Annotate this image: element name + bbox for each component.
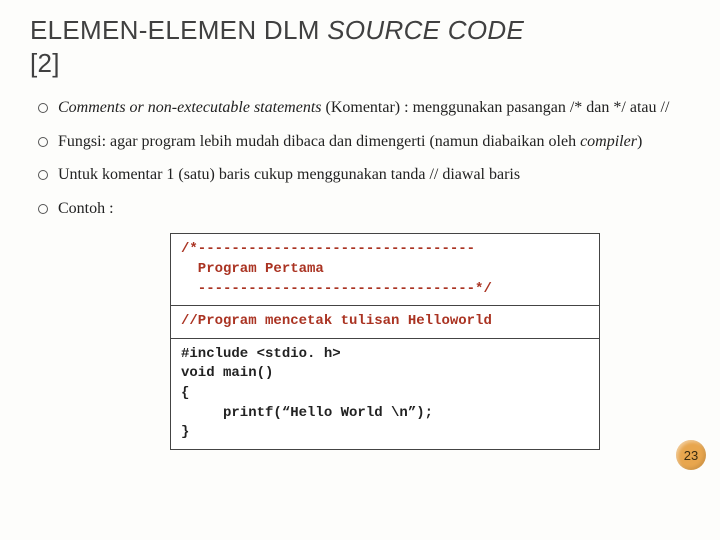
list-item: Untuk komentar 1 (satu) baris cukup meng… (36, 164, 690, 186)
title-suffix: [2] (30, 48, 60, 78)
code-block-comment-multi: /*--------------------------------- Prog… (171, 234, 599, 306)
code-block-comment-single: //Program mencetak tulisan Helloworld (171, 306, 599, 339)
bullet-text: Comments or non-extecutable statements (… (58, 99, 669, 116)
page-number: 23 (684, 448, 698, 463)
code-box: /*--------------------------------- Prog… (170, 233, 600, 449)
code-block-program: #include <stdio. h> void main() { printf… (171, 339, 599, 449)
list-item: Fungsi: agar program lebih mudah dibaca … (36, 131, 690, 153)
bullet-text: Contoh : (58, 200, 114, 217)
page-number-badge: 23 (676, 440, 706, 470)
list-item: Comments or non-extecutable statements (… (36, 97, 690, 119)
bullet-list: Comments or non-extecutable statements (… (30, 97, 690, 219)
slide: ELEMEN-ELEMEN DLM SOURCE CODE [2] Commen… (0, 0, 720, 540)
bullet-text: Fungsi: agar program lebih mudah dibaca … (58, 133, 642, 150)
title-prefix: ELEMEN-ELEMEN DLM (30, 15, 327, 45)
bullet-text: Untuk komentar 1 (satu) baris cukup meng… (58, 166, 520, 183)
list-item: Contoh : (36, 198, 690, 220)
slide-title: ELEMEN-ELEMEN DLM SOURCE CODE [2] (30, 14, 690, 79)
title-italic: SOURCE CODE (327, 15, 524, 45)
